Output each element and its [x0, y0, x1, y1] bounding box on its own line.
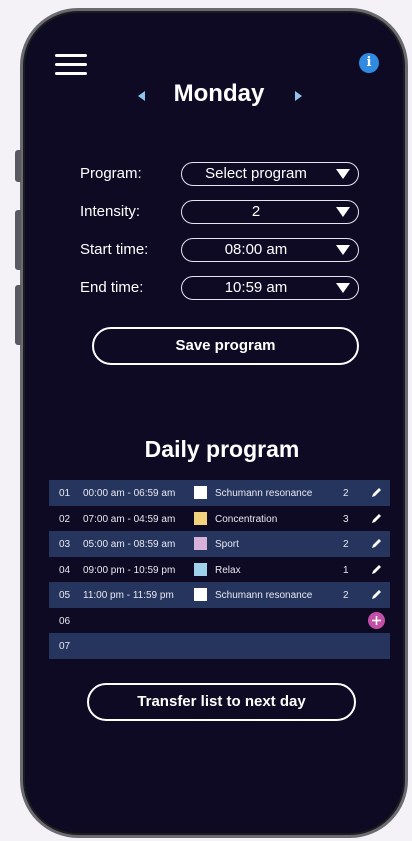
- start-time-value: 08:00 am: [224, 241, 288, 258]
- row-time-range: 00:00 am - 06:59 am: [83, 488, 176, 499]
- table-row[interactable]: 06: [49, 608, 390, 634]
- row-program-name: Concentration: [215, 513, 278, 525]
- row-time-range: 09:00 pm - 10:59 pm: [83, 564, 176, 576]
- row-time-range: 11:00 pm - 11:59 pm: [83, 590, 174, 601]
- end-time-select[interactable]: 10:59 am: [181, 276, 359, 300]
- program-color-swatch: [194, 562, 207, 576]
- row-program-name: Relax: [215, 564, 241, 576]
- app-screen: i Monday Program: Select program Intensi…: [22, 10, 406, 836]
- pencil-icon[interactable]: [371, 563, 383, 575]
- table-row[interactable]: 05 11:00 pm - 11:59 pm Schumann resonanc…: [49, 582, 390, 608]
- row-intensity: 1: [343, 564, 349, 576]
- row-time-range: 05:00 am - 08:59 am: [83, 539, 176, 550]
- program-color-swatch: [194, 588, 207, 601]
- row-number: 06: [59, 615, 71, 627]
- hamburger-icon-bar: [55, 63, 87, 66]
- pencil-icon[interactable]: [371, 512, 383, 524]
- daily-program-table: 01 00:00 am - 06:59 am Schumann resonanc…: [49, 480, 390, 659]
- chevron-down-icon: [336, 245, 350, 255]
- row-intensity: 2: [343, 488, 349, 499]
- chevron-down-icon: [336, 283, 350, 293]
- info-icon[interactable]: i: [359, 53, 379, 73]
- row-program-name: Schumann resonance: [215, 488, 313, 499]
- table-row[interactable]: 04 09:00 pm - 10:59 pm Relax 1: [49, 557, 390, 583]
- row-number: 07: [59, 641, 71, 652]
- save-program-button[interactable]: Save program: [92, 327, 359, 365]
- row-number: 05: [59, 590, 71, 601]
- row-number: 04: [59, 564, 71, 576]
- end-time-label: End time:: [80, 279, 144, 296]
- program-select-value: Select program: [205, 165, 307, 182]
- transfer-list-button[interactable]: Transfer list to next day: [87, 683, 356, 721]
- row-program-name: Schumann resonance: [215, 590, 313, 601]
- chevron-down-icon: [336, 207, 350, 217]
- plus-circle-icon[interactable]: [368, 611, 385, 629]
- day-title: Monday: [173, 80, 265, 107]
- triangle-left-icon: [138, 91, 145, 101]
- row-number: 03: [59, 539, 71, 550]
- prev-day-button[interactable]: [132, 86, 152, 106]
- daily-program-title: Daily program: [144, 436, 300, 462]
- start-time-label: Start time:: [80, 241, 149, 258]
- pencil-icon[interactable]: [371, 486, 383, 498]
- menu-button[interactable]: [55, 54, 87, 76]
- row-intensity: 2: [343, 590, 349, 601]
- program-select[interactable]: Select program: [181, 162, 359, 186]
- program-color-swatch: [194, 511, 207, 525]
- program-color-swatch: [194, 537, 207, 550]
- phone-side-button: [15, 285, 21, 345]
- table-row[interactable]: 07: [49, 633, 390, 659]
- hamburger-icon-bar: [55, 54, 87, 57]
- row-number: 02: [59, 513, 71, 525]
- row-number: 01: [59, 488, 71, 499]
- phone-side-button: [15, 150, 21, 182]
- row-intensity: 2: [343, 539, 349, 550]
- program-label: Program:: [80, 165, 142, 182]
- intensity-select-value: 2: [251, 203, 261, 220]
- end-time-value: 10:59 am: [224, 279, 288, 296]
- intensity-label: Intensity:: [80, 203, 141, 220]
- hamburger-icon-bar: [55, 72, 87, 75]
- pencil-icon[interactable]: [371, 588, 383, 600]
- chevron-down-icon: [336, 169, 350, 179]
- intensity-select[interactable]: 2: [181, 200, 359, 224]
- row-program-name: Sport: [215, 539, 239, 550]
- plus-icon: [372, 615, 381, 625]
- triangle-right-icon: [295, 91, 302, 101]
- table-row[interactable]: 01 00:00 am - 06:59 am Schumann resonanc…: [49, 480, 390, 506]
- next-day-button[interactable]: [288, 86, 308, 106]
- table-row[interactable]: 02 07:00 am - 04:59 am Concentration 3: [49, 506, 390, 532]
- program-color-swatch: [194, 486, 207, 499]
- table-row[interactable]: 03 05:00 am - 08:59 am Sport 2: [49, 531, 390, 557]
- row-time-range: 07:00 am - 04:59 am: [83, 513, 176, 525]
- row-intensity: 3: [343, 513, 349, 525]
- phone-side-button: [15, 210, 21, 270]
- pencil-icon[interactable]: [371, 537, 383, 549]
- start-time-select[interactable]: 08:00 am: [181, 238, 359, 262]
